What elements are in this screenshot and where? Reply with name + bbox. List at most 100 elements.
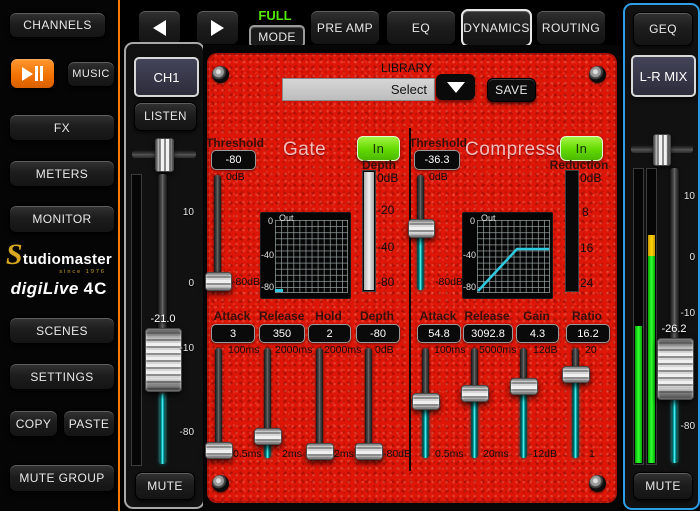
next-channel-button[interactable] (196, 10, 239, 45)
listen-button[interactable]: LISTEN (134, 102, 197, 131)
comp-param-release-label: Release (464, 309, 510, 323)
tab-routing[interactable]: ROUTING (536, 10, 606, 45)
music-label: MUSIC (72, 68, 109, 80)
screw-top-left (212, 66, 229, 83)
paste-button[interactable]: PASTE (63, 410, 115, 437)
master-meter-left (633, 168, 644, 465)
comp-attack-teal (423, 407, 428, 458)
dynamics-panel: LIBRARY Select SAVE Threshold -80 0dB -8… (203, 45, 621, 511)
mute-group-button[interactable]: MUTE GROUP (9, 464, 115, 492)
master-name: L-R MIX (640, 69, 688, 84)
comp-meter-t1: 8 (582, 205, 589, 219)
gate-param-release-label: Release (259, 309, 303, 323)
gate-release-handle[interactable] (254, 428, 282, 445)
master-pan-handle[interactable] (653, 134, 671, 166)
full-mode-label: FULL (246, 8, 304, 23)
gate-hold-track[interactable] (316, 348, 323, 458)
meters-button[interactable]: METERS (9, 160, 115, 187)
comp-threshold-label: Threshold (407, 136, 469, 150)
eq-label: EQ (412, 21, 430, 35)
comp-param-ratio-max: 20 (585, 344, 597, 356)
master-mute-button[interactable]: MUTE (633, 472, 693, 500)
comp-threshold-teal (418, 235, 423, 290)
master-mute-label: MUTE (645, 479, 681, 493)
chevron-down-icon (447, 82, 465, 93)
mute-group-label: MUTE GROUP (19, 471, 104, 485)
geq-button[interactable]: GEQ (633, 12, 693, 46)
scale-minus80: -80 (175, 427, 194, 438)
comp-param-attack-min: 0.5ms (435, 448, 464, 460)
gate-depth-track[interactable] (365, 348, 372, 458)
comp-release-handle[interactable] (461, 385, 489, 402)
screw-top-right (589, 66, 606, 83)
gate-param-attack-label: Attack (211, 309, 253, 323)
tab-preamp[interactable]: PRE AMP (310, 10, 380, 45)
gate-threshold-handle[interactable] (205, 272, 232, 291)
pause-icon (35, 66, 38, 81)
comp-param-release-value: 3092.8 (463, 324, 513, 343)
settings-label: SETTINGS (30, 370, 93, 384)
comp-param-ratio-min: 1 (589, 448, 595, 460)
settings-button[interactable]: SETTINGS (9, 363, 115, 390)
gate-attack-handle[interactable] (205, 442, 233, 459)
comp-gain-teal (521, 392, 526, 458)
gate-param-attack-min: 0.5ms (233, 448, 262, 460)
gate-param-attack-max: 100ms (228, 344, 260, 356)
brand-name: tudiomaster (23, 251, 112, 268)
scenes-button[interactable]: SCENES (9, 317, 115, 344)
comp-threshold-handle[interactable] (408, 219, 435, 238)
comp-ratio-teal (573, 380, 578, 458)
gate-meter-label: Depth (345, 158, 413, 172)
master-select-button[interactable]: L-R MIX (631, 55, 696, 97)
scale-minus10: -10 (175, 343, 194, 354)
tab-eq[interactable]: EQ (386, 10, 456, 45)
fx-button[interactable]: FX (9, 114, 115, 141)
library-select-field[interactable]: Select (282, 78, 435, 101)
comp-graph-y0: 0 (463, 216, 475, 226)
comp-attack-handle[interactable] (412, 393, 440, 410)
monitor-button[interactable]: MONITOR (9, 205, 115, 233)
channel-select-button[interactable]: CH1 (134, 57, 199, 97)
comp-gain-handle[interactable] (510, 378, 538, 395)
arrow-left-icon (153, 20, 166, 36)
comp-graph-y1: -40 (463, 250, 475, 260)
comp-meter-t3: 24 (580, 276, 593, 290)
gate-param-hold-max: 2000ms (324, 344, 361, 356)
gate-meter-t2: -40 (377, 240, 394, 254)
pan-slider-handle[interactable] (155, 138, 174, 172)
comp-in-label: In (576, 141, 588, 156)
comp-param-gain-value: 4.3 (516, 324, 559, 343)
gate-threshold-max: 0dB (226, 171, 245, 183)
tab-dynamics[interactable]: DYNAMICS (461, 9, 532, 47)
gate-hold-handle[interactable] (306, 443, 334, 460)
mixer-app: CHANNELS MUSIC FX METERS MONITOR Studiom… (0, 0, 700, 511)
comp-threshold-max: 0dB (429, 171, 448, 183)
play-pause-button[interactable] (10, 58, 55, 89)
gate-threshold-min: -80dB (232, 276, 260, 288)
prev-channel-button[interactable] (138, 10, 181, 45)
sidebar-divider (118, 0, 120, 511)
gate-param-hold-value: 2 (308, 324, 351, 343)
master-scale-plus10: 10 (681, 191, 695, 202)
gate-depth-handle[interactable] (355, 443, 383, 460)
library-selected-value: Select (391, 82, 434, 97)
master-scale-minus10: -10 (677, 308, 695, 319)
save-label: SAVE (495, 83, 528, 97)
comp-ratio-handle[interactable] (562, 366, 590, 383)
comp-meter-t0: 0dB (580, 171, 601, 185)
gate-param-hold-label: Hold (308, 309, 349, 323)
music-button[interactable]: MUSIC (67, 61, 115, 87)
master-fader-handle[interactable] (657, 338, 694, 400)
product-name: digiLive (11, 279, 79, 298)
comp-param-gain-max: 12dB (533, 344, 558, 356)
save-button[interactable]: SAVE (487, 78, 536, 102)
gate-meter-t0: 0dB (377, 171, 398, 185)
channels-button[interactable]: CHANNELS (9, 12, 106, 38)
library-dropdown-button[interactable] (436, 74, 475, 100)
copy-button[interactable]: COPY (9, 410, 58, 437)
master-strip: GEQ L-R MIX -26.2 10 0 -10 -80 MUTE (623, 3, 700, 510)
scale-plus10: 10 (178, 207, 194, 218)
fader-handle[interactable] (145, 328, 182, 392)
screw-bottom-left (212, 475, 229, 492)
mute-button[interactable]: MUTE (135, 472, 195, 500)
